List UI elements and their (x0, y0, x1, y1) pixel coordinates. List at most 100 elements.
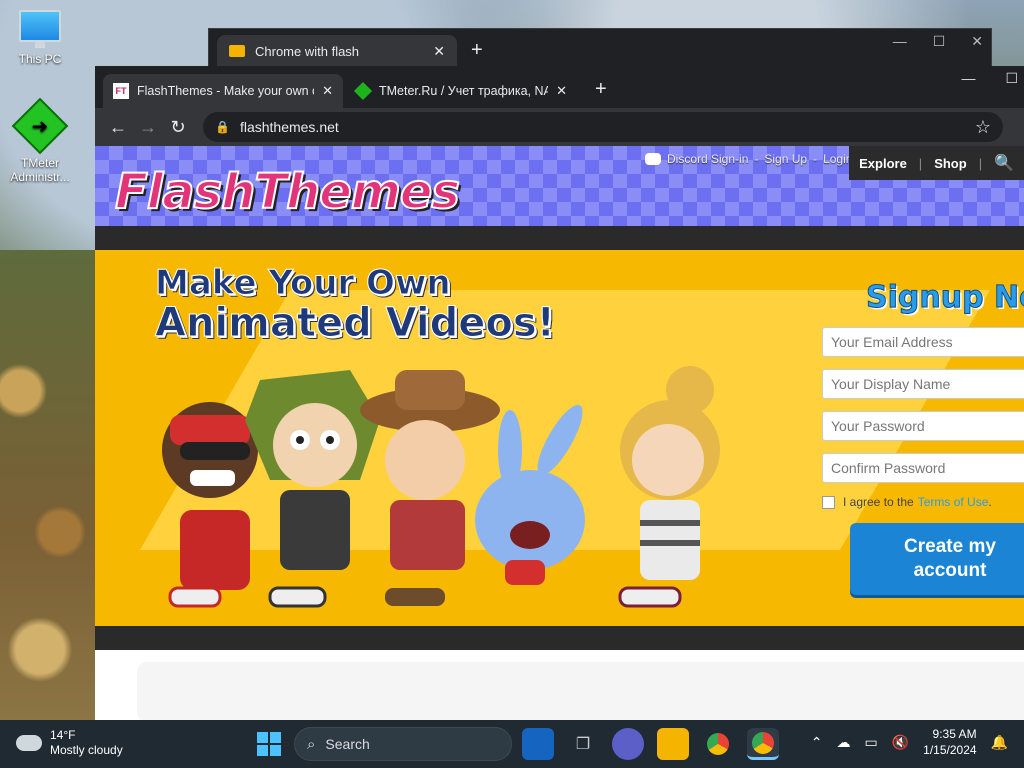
close-icon[interactable]: ✕ (971, 33, 983, 50)
signup-title: Signup Now (866, 280, 1024, 316)
discord-icon (645, 153, 661, 165)
bookmark-star-icon[interactable]: ☆ (975, 117, 991, 138)
windows-start-icon[interactable] (257, 732, 281, 756)
taskbar-apps: ❐ (522, 728, 779, 760)
agree-checkbox[interactable] (822, 495, 835, 509)
hero-line-2: Animated Videos! (155, 299, 556, 346)
teams-chat-icon[interactable] (612, 728, 644, 760)
monitor-icon (19, 10, 61, 48)
lock-icon[interactable]: 🔒 (215, 120, 230, 134)
nav-divider: | (978, 155, 983, 171)
cartoon-characters-illustration (162, 366, 720, 608)
window-controls: — ☐ (961, 70, 1018, 87)
discord-signin-link[interactable]: Discord Sign-in (667, 152, 748, 166)
weather-widget[interactable]: 14°F Mostly cloudy (12, 728, 123, 758)
character-green-hair (245, 370, 380, 608)
character-cowboy (360, 370, 500, 606)
tab-flashthemes[interactable]: FT FlashThemes - Make your own ca ✕ (103, 74, 343, 108)
taskbar: 14°F Mostly cloudy ⌕ Search ❐ ⌃ ☁ ▭ 🔇 9:… (0, 720, 1024, 768)
close-icon[interactable]: ✕ (433, 43, 445, 60)
edge-icon[interactable] (522, 728, 554, 760)
clock[interactable]: 9:35 AM 1/15/2024 (923, 726, 976, 758)
volume-muted-icon[interactable]: 🔇 (892, 734, 909, 751)
character-blue-bunny (475, 404, 585, 585)
url-text: flashthemes.net (239, 119, 339, 135)
clock-time: 9:35 AM (932, 727, 977, 741)
reload-icon[interactable]: ↻ (163, 117, 193, 138)
signup-link[interactable]: Sign Up (764, 152, 807, 166)
weather-desc: Mostly cloudy (50, 743, 123, 757)
site-logo[interactable]: FlashThemes (114, 163, 461, 221)
desktop-icon-tmeter[interactable]: ➜ TMeter Administr... (0, 97, 80, 184)
desktop-icon-label: TMeter Administr... (10, 156, 70, 184)
search-icon[interactable]: 🔍 (994, 153, 1014, 173)
system-tray: ⌃ ☁ ▭ 🔇 9:35 AM 1/15/2024 🔔 (811, 726, 1008, 758)
auth-links: Discord Sign-in - Sign Up - Login (645, 152, 852, 166)
hero-bottom-band (95, 626, 1024, 650)
wallpaper-foliage (0, 250, 100, 720)
tab-title: FlashThemes - Make your own ca (137, 84, 315, 98)
auth-separator: - (813, 152, 818, 166)
weather-temp: 14°F (50, 728, 76, 742)
notification-bell-icon[interactable]: 🔔 (991, 734, 1008, 751)
top-nav: Explore | Shop | 🔍 (849, 146, 1024, 180)
folder-icon (229, 45, 245, 57)
close-icon[interactable]: ✕ (556, 83, 567, 99)
network-icon[interactable]: ▭ (865, 734, 878, 751)
minimize-icon[interactable]: — (961, 70, 975, 87)
minimize-icon[interactable]: — (893, 33, 907, 50)
tmeter-icon: ➜ (11, 97, 69, 155)
browser-toolbar: ← → ↻ 🔒 flashthemes.net ☆ (95, 108, 1024, 146)
file-explorer-icon[interactable] (657, 728, 689, 760)
confirm-password-field[interactable] (822, 453, 1024, 483)
nav-explore[interactable]: Explore (859, 156, 907, 171)
onedrive-icon[interactable]: ☁ (837, 734, 851, 751)
agree-text: I agree to the (843, 495, 914, 509)
maximize-icon[interactable]: ☐ (933, 33, 946, 50)
nav-divider: | (918, 155, 923, 171)
back-tab[interactable]: Chrome with flash ✕ (217, 35, 457, 67)
maximize-icon[interactable]: ☐ (1005, 70, 1018, 87)
character-red-cap (162, 402, 258, 608)
forward-arrow-icon[interactable]: → (133, 117, 163, 138)
create-account-button[interactable]: Create my account (850, 523, 1024, 595)
taskbar-search[interactable]: ⌕ Search (294, 727, 512, 761)
tab-strip: FT FlashThemes - Make your own ca ✕ TMet… (95, 66, 1024, 108)
content-panel (137, 662, 1024, 720)
tab-tmeter[interactable]: TMeter.Ru / Учет трафика, NAT, ✕ (345, 74, 577, 108)
password-field[interactable] (822, 411, 1024, 441)
signup-form: Signup Now I agree to the Terms of Use .… (820, 280, 1024, 595)
desktop-icon-label: This PC (18, 52, 62, 66)
front-browser-window[interactable]: FT FlashThemes - Make your own ca ✕ TMet… (95, 66, 1024, 720)
terms-of-use-link[interactable]: Terms of Use (918, 495, 989, 509)
search-icon: ⌕ (307, 735, 316, 753)
email-field[interactable] (822, 327, 1024, 357)
page-viewport: FlashThemes Discord Sign-in - Sign Up - … (95, 146, 1024, 720)
chevron-up-icon[interactable]: ⌃ (811, 734, 823, 751)
header-band (95, 226, 1024, 250)
tab-title: TMeter.Ru / Учет трафика, NAT, (379, 84, 549, 98)
login-link[interactable]: Login (823, 152, 852, 166)
nav-shop[interactable]: Shop (934, 156, 967, 171)
close-icon[interactable]: ✕ (322, 83, 333, 99)
back-window-controls: — ☐ ✕ (893, 33, 983, 50)
address-bar[interactable]: 🔒 flashthemes.net ☆ (203, 112, 1003, 142)
new-tab-icon[interactable]: + (471, 39, 483, 62)
display-name-field[interactable] (822, 369, 1024, 399)
back-arrow-icon[interactable]: ← (103, 117, 133, 138)
desktop-icon-this-pc[interactable]: This PC (0, 10, 80, 66)
task-view-icon[interactable]: ❐ (567, 728, 599, 760)
taskbar-search-label: Search (325, 736, 370, 752)
new-tab-icon[interactable]: + (595, 78, 607, 101)
clock-date: 1/15/2024 (923, 743, 977, 757)
flashthemes-favicon-icon: FT (113, 83, 129, 99)
character-blonde-girl (618, 366, 720, 608)
hero-line-1: Make Your Own (155, 263, 452, 303)
site-header: FlashThemes Discord Sign-in - Sign Up - … (95, 146, 1024, 226)
hero-banner: Make Your Own Animated Videos! Signup N … (95, 250, 1024, 626)
chrome-icon[interactable] (747, 728, 779, 760)
chrome-icon[interactable] (702, 728, 734, 760)
back-tab-title: Chrome with flash (255, 43, 360, 59)
hero-headline: Make Your Own Animated Videos! (155, 263, 556, 346)
auth-separator: - (754, 152, 759, 166)
